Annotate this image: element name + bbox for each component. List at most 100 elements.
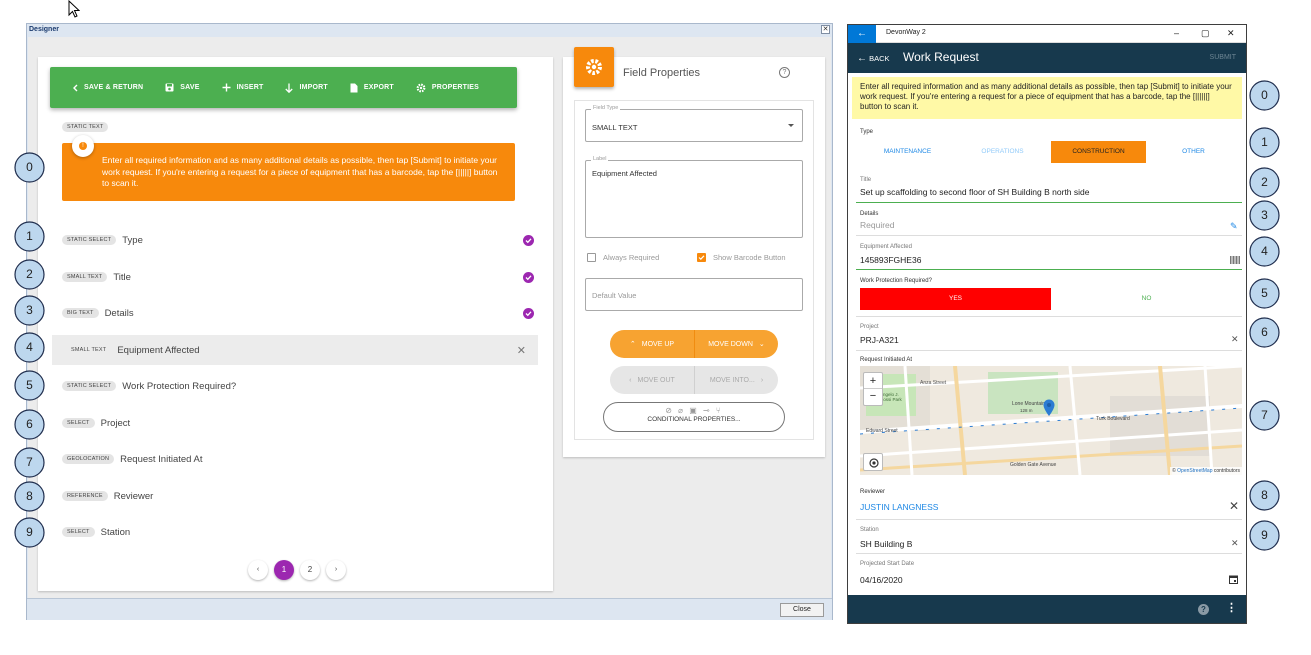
move-into-button[interactable]: MOVE INTO... › xyxy=(694,366,778,394)
callout-number: 8 xyxy=(26,489,33,503)
field-row-title[interactable]: SMALL TEXT Title xyxy=(62,262,538,292)
save-button[interactable]: SAVE xyxy=(165,83,199,92)
drag-handle[interactable]: ! xyxy=(72,135,94,157)
callout-right-3: 3 xyxy=(1249,200,1280,236)
callout-right-6: 6 xyxy=(1249,317,1280,353)
help-icon[interactable]: ? xyxy=(779,67,790,78)
map-tiles xyxy=(860,366,1242,475)
minimize-icon[interactable]: – xyxy=(1174,28,1179,38)
pencil-icon[interactable]: ✎ xyxy=(1230,221,1238,232)
zoom-out-button[interactable]: − xyxy=(864,389,882,405)
callout-number: 6 xyxy=(26,417,33,431)
page-2-button[interactable]: 2 xyxy=(300,560,320,580)
page-1-button[interactable]: 1 xyxy=(274,560,294,580)
callout-number: 0 xyxy=(1261,88,1268,102)
title-underline xyxy=(856,202,1242,203)
details-input[interactable]: Required xyxy=(860,220,895,230)
show-barcode-checkbox[interactable] xyxy=(697,253,706,262)
project-value[interactable]: PRJ-A321 xyxy=(860,335,899,345)
field-row-station[interactable]: SELECT Station xyxy=(62,517,538,547)
map-attribution: © OpenStreetMap contributors xyxy=(1170,467,1242,475)
label-textarea[interactable]: Label Equipment Affected xyxy=(585,156,803,238)
field-row-reviewer[interactable]: REFERENCE Reviewer xyxy=(62,481,538,511)
type-option-other[interactable]: OTHER xyxy=(1146,141,1241,163)
reviewer-value[interactable]: JUSTIN LANGNESS xyxy=(860,502,938,512)
help-icon[interactable]: ? xyxy=(1198,604,1209,615)
field-row-work-protection[interactable]: STATIC SELECT Work Protection Required? xyxy=(62,371,538,401)
mobile-titlebar: ← DevonWay 2 – ▢ ✕ xyxy=(848,25,1246,43)
clear-reviewer-icon[interactable]: ✕ xyxy=(1229,499,1239,513)
static-text-block[interactable]: ! Enter all required information and as … xyxy=(62,135,515,201)
callout-left-4: 4 xyxy=(14,332,45,368)
field-row-type[interactable]: STATIC SELECT Type xyxy=(62,225,538,255)
field-type-chip: SMALL TEXT xyxy=(71,347,107,353)
move-out-label: MOVE OUT xyxy=(637,376,675,384)
field-name: Work Protection Required? xyxy=(122,380,237,392)
properties-label: PROPERTIES xyxy=(431,84,480,91)
designer-window: Designer ✕ SAVE & RETURN SAVE INSERT IMP… xyxy=(26,23,833,620)
field-name: Details xyxy=(104,307,134,319)
zoom-in-button[interactable]: + xyxy=(864,373,882,389)
field-row-project[interactable]: SELECT Project xyxy=(62,408,538,438)
protection-no-button[interactable]: NO xyxy=(1051,288,1242,310)
station-value[interactable]: SH Building B xyxy=(860,539,912,549)
chevron-left-icon xyxy=(73,84,78,91)
close-button[interactable]: Close xyxy=(780,603,824,617)
window-close-icon[interactable]: ✕ xyxy=(1227,28,1235,39)
always-required-checkbox[interactable] xyxy=(587,253,596,262)
location-map[interactable]: Anza Street Angelo J. Rossi Park Lone Mo… xyxy=(860,366,1242,475)
move-down-button[interactable]: MOVE DOWN ⌄ xyxy=(694,330,778,358)
clear-project-icon[interactable]: ✕ xyxy=(1231,334,1239,345)
map-label-lone-mountain: Lone Mountain xyxy=(1012,401,1046,407)
export-button[interactable]: EXPORT xyxy=(350,83,394,93)
remove-field-icon[interactable]: ✕ xyxy=(517,344,526,357)
title-input[interactable]: Set up scaffolding to second floor of SH… xyxy=(860,187,1089,197)
label-field-label: Label xyxy=(591,156,609,162)
window-back-icon[interactable]: ← xyxy=(848,25,876,43)
move-into-label: MOVE INTO... xyxy=(709,376,755,384)
map-pin-icon xyxy=(1043,399,1055,416)
properties-button[interactable]: PROPERTIES xyxy=(416,83,479,93)
import-button[interactable]: IMPORT xyxy=(285,83,328,93)
move-out-button[interactable]: ‹ MOVE OUT xyxy=(610,366,694,394)
prev-page-button[interactable]: ‹ xyxy=(248,560,268,580)
conditional-properties-button[interactable]: ⊘ ⌀ ▣ ⊸ ⑂ CONDITIONAL PROPERTIES... xyxy=(603,402,785,432)
protection-yes-button[interactable]: YES xyxy=(860,288,1051,310)
default-value-input[interactable]: Default Value xyxy=(585,278,803,311)
field-type-select[interactable]: Field Type SMALL TEXT xyxy=(585,105,803,142)
move-up-button[interactable]: ⌃ MOVE UP xyxy=(610,330,694,358)
field-type-chip: SELECT xyxy=(62,418,95,428)
submit-button[interactable]: SUBMIT xyxy=(1210,54,1236,61)
save-return-button[interactable]: SAVE & RETURN xyxy=(72,84,143,92)
callout-number: 9 xyxy=(26,525,33,539)
type-option-maintenance[interactable]: MAINTENANCE xyxy=(860,141,955,163)
maximize-icon[interactable]: ▢ xyxy=(1201,28,1210,39)
more-options-icon[interactable]: ⋮ xyxy=(1226,601,1237,614)
field-row-equipment-affected[interactable]: SMALL TEXT Equipment Affected ✕ xyxy=(52,335,538,365)
calendar-icon[interactable] xyxy=(1229,575,1238,584)
field-name: Reviewer xyxy=(113,490,154,502)
callout-right-0: 0 xyxy=(1249,80,1280,116)
callout-right-8: 8 xyxy=(1249,480,1280,516)
callout-left-3: 3 xyxy=(14,295,45,331)
insert-button[interactable]: INSERT xyxy=(222,83,264,92)
start-date-input[interactable]: 04/16/2020 xyxy=(860,575,903,585)
default-value-placeholder: Default Value xyxy=(592,291,637,300)
equipment-underline xyxy=(856,269,1242,270)
designer-close-icon[interactable]: ✕ xyxy=(821,25,830,34)
back-button[interactable]: ← BACK xyxy=(857,53,890,64)
field-row-details[interactable]: BIG TEXT Details xyxy=(62,298,538,328)
static-text-chip: STATIC TEXT xyxy=(62,122,109,132)
equipment-input[interactable]: 145893FGHE36 xyxy=(860,255,921,265)
attribution-link[interactable]: OpenStreetMap xyxy=(1177,468,1212,474)
type-option-operations[interactable]: OPERATIONS xyxy=(955,141,1050,163)
clear-station-icon[interactable]: ✕ xyxy=(1231,538,1239,549)
type-option-construction[interactable]: CONSTRUCTION xyxy=(1051,141,1146,163)
callout-number: 2 xyxy=(26,267,33,281)
barcode-icon[interactable] xyxy=(1230,256,1240,264)
export-label: EXPORT xyxy=(363,84,394,91)
next-page-button[interactable]: › xyxy=(326,560,346,580)
locate-me-button[interactable] xyxy=(863,453,883,471)
mobile-appbar: ← BACK Work Request SUBMIT xyxy=(848,43,1246,73)
field-row-request-initiated-at[interactable]: GEOLOCATION Request Initiated At xyxy=(62,444,538,474)
